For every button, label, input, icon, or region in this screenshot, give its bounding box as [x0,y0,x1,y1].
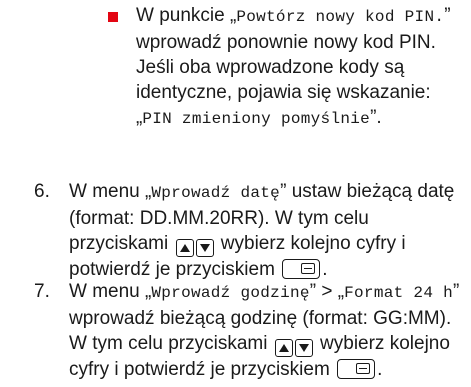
bullet-text-1: W punkcie „ [136,5,237,26]
display-text-pin-changed: PIN zmieniony pomyślnie [142,110,371,128]
bullet-marker [108,12,118,22]
up-arrow-icon [175,239,194,257]
step7-text-5: . [377,359,383,380]
down-arrow-icon [195,239,214,257]
step-number-7: 7. [34,281,50,302]
step7-text-2: ” > „ [309,281,345,302]
up-arrow-icon [274,339,293,357]
step7-text-1: W menu „ [69,281,152,302]
up-down-buttons-icon [274,339,313,357]
instruction-page: W punkcie „Powtórz nowy kod PIN.” wprowa… [0,0,471,387]
up-down-buttons-icon [175,239,214,257]
bullet-text-3: ”. [370,107,382,128]
display-text-repeat-pin: Powtórz nowy kod PIN. [236,8,445,26]
down-arrow-icon [294,339,313,357]
bullet-item-repeat-pin: W punkcie „Powtórz nowy kod PIN.” wprowa… [136,3,466,132]
step-7: W menu „Wprowadź godzinę” > „Format 24 h… [69,279,469,382]
step-6: W menu „Wprowadź datę” ustaw bieżącą dat… [69,179,469,282]
display-text-enter-time: Wprowadź godzinę [151,284,310,302]
step-number-6: 6. [34,181,50,202]
display-text-enter-date: Wprowadź datę [151,184,281,202]
enter-button-icon [282,259,321,279]
step6-text-1: W menu „ [69,181,152,202]
enter-button-icon [337,359,376,379]
step6-text-4: . [322,259,328,280]
display-text-format-24h: Format 24 h [344,284,454,302]
